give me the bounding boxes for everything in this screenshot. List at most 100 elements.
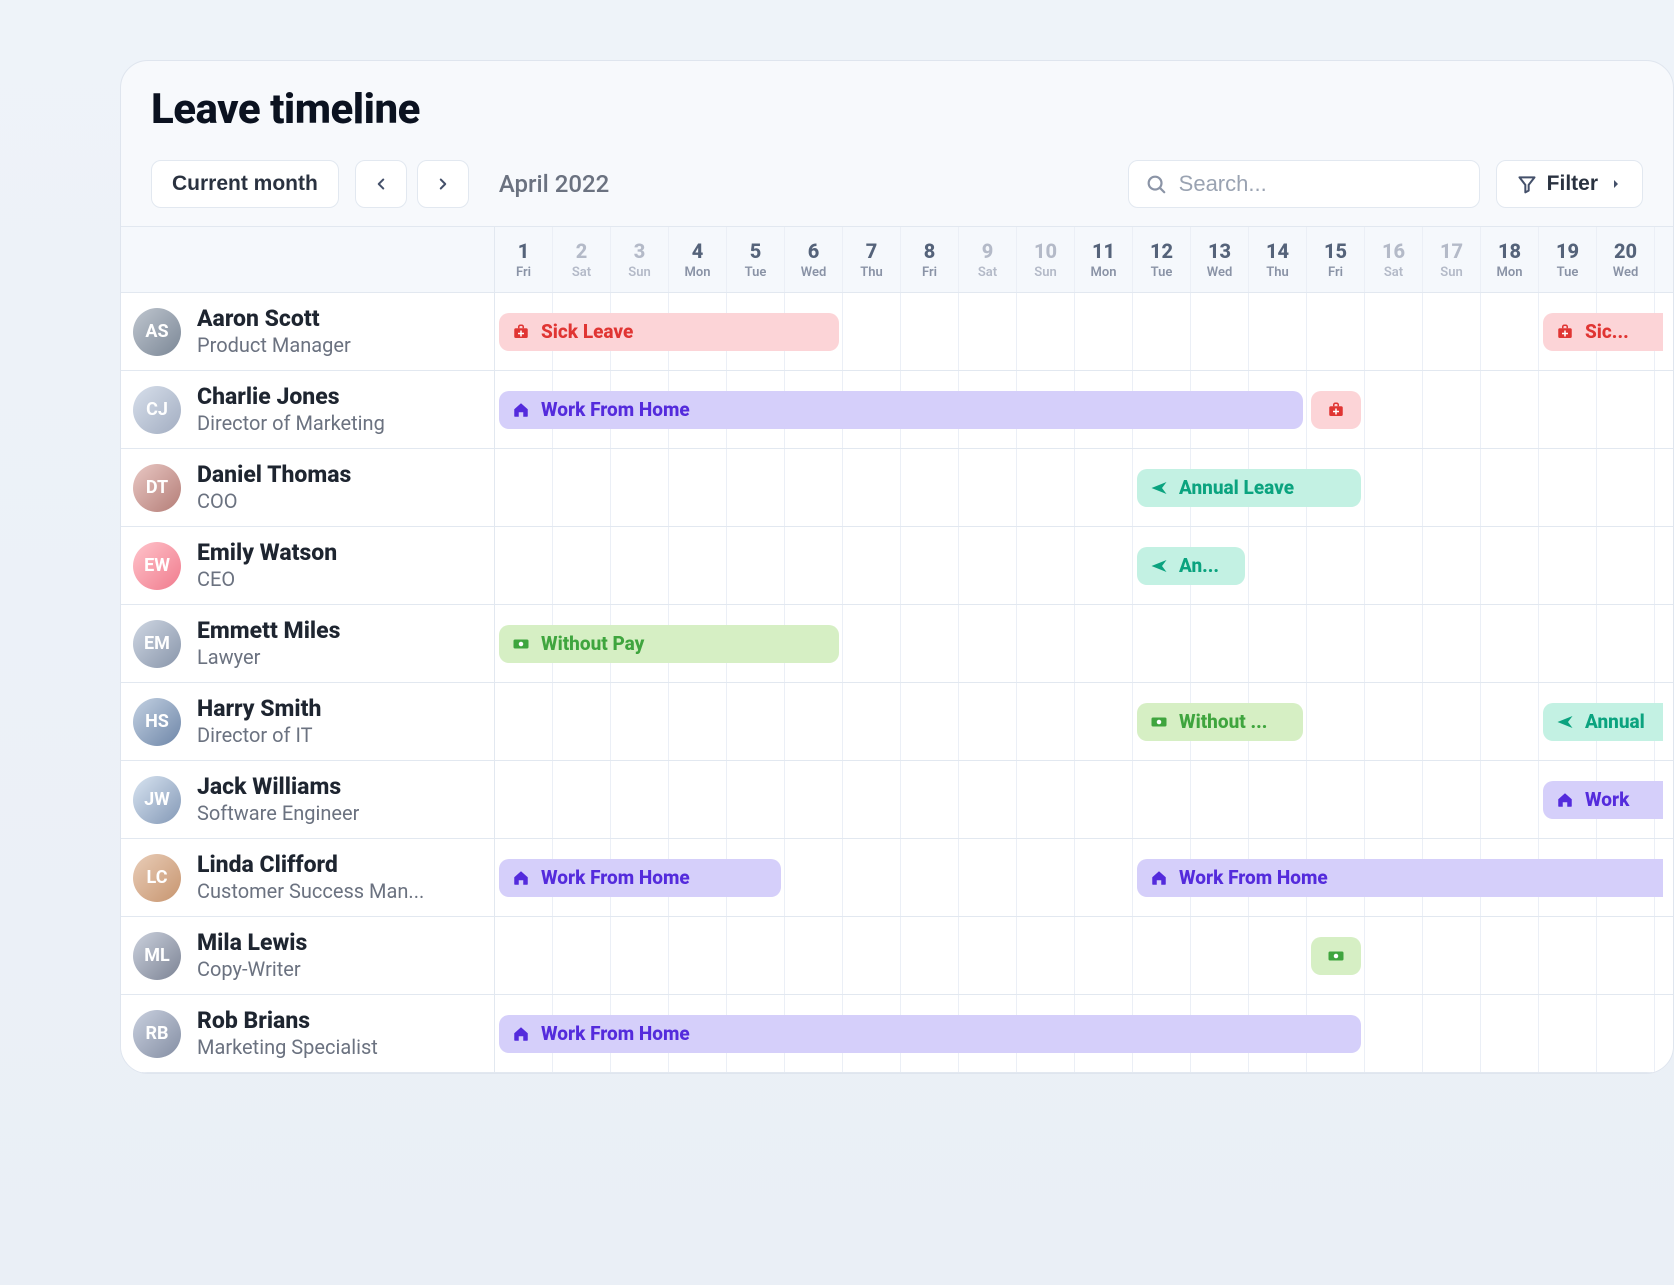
person-cell[interactable]: LCLinda CliffordCustomer Success Man... (121, 839, 495, 916)
day-name: Mon (1091, 265, 1117, 280)
timeline-cell (1423, 527, 1481, 604)
person-cell[interactable]: MLMila LewisCopy-Writer (121, 917, 495, 994)
timeline-cells: Annual Leave (495, 449, 1673, 526)
filter-button[interactable]: Filter (1496, 160, 1643, 208)
timeline-cell (1365, 293, 1423, 370)
day-name: Fri (1328, 265, 1343, 280)
timeline-cell (901, 839, 959, 916)
leave-event-annual[interactable]: Annual (1543, 703, 1663, 741)
leave-event-sick[interactable]: Sic... (1543, 313, 1663, 351)
timeline-cell (1423, 761, 1481, 838)
day-name: Thu (1266, 265, 1289, 280)
home-icon (511, 400, 531, 420)
person-role: Director of Marketing (197, 411, 385, 435)
leave-event-label: Without ... (1179, 710, 1267, 733)
day-name: Thu (860, 265, 883, 280)
leave-event-withoutpay[interactable] (1311, 937, 1361, 975)
person-role: Director of IT (197, 723, 321, 747)
timeline-cell (785, 449, 843, 526)
person-cell[interactable]: EM Emmett MilesLawyer (121, 605, 495, 682)
day-number: 3 (634, 239, 646, 263)
timeline-cell (553, 683, 611, 760)
person-cell[interactable]: DTDaniel ThomasCOO (121, 449, 495, 526)
date-header-cell-10: 10Sun (1017, 227, 1075, 292)
timeline-cell (1597, 995, 1655, 1072)
person-role: Software Engineer (197, 801, 359, 825)
person-name: Mila Lewis (197, 930, 307, 956)
person-info: Emmett MilesLawyer (197, 618, 340, 668)
leave-event-sick[interactable]: Sick Leave (499, 313, 839, 351)
home-icon (1149, 868, 1169, 888)
timeline-cell (1481, 371, 1539, 448)
person-cell[interactable]: ASAaron ScottProduct Manager (121, 293, 495, 370)
timeline-cell (1307, 527, 1365, 604)
person-cell[interactable]: EWEmily WatsonCEO (121, 527, 495, 604)
timeline-cell (1423, 683, 1481, 760)
timeline-cell (785, 917, 843, 994)
day-number: 17 (1440, 239, 1463, 263)
leave-event-wfh[interactable]: Work (1543, 781, 1663, 819)
next-month-button[interactable] (417, 160, 469, 208)
month-label: April 2022 (499, 170, 609, 198)
timeline-cell (1423, 371, 1481, 448)
timeline-cell (1249, 527, 1307, 604)
timeline-cell (1597, 917, 1655, 994)
person-role: Marketing Specialist (197, 1035, 378, 1059)
leave-event-wfh[interactable]: Work From Home (499, 1015, 1361, 1053)
date-header-cell-15: 15Fri (1307, 227, 1365, 292)
timeline-cell (611, 449, 669, 526)
avatar: JW (133, 776, 181, 824)
timeline-cell (959, 527, 1017, 604)
day-number: 5 (750, 239, 762, 263)
leave-event-wfh[interactable]: Work From Home (499, 859, 781, 897)
filter-label: Filter (1547, 172, 1598, 196)
chevron-left-icon (372, 175, 390, 193)
date-header-cell-9: 9Sat (959, 227, 1017, 292)
current-month-button[interactable]: Current month (151, 160, 339, 208)
leave-event-annual[interactable]: An... (1137, 547, 1245, 585)
avatar: AS (133, 308, 181, 356)
timeline-cell (843, 293, 901, 370)
avatar: RB (133, 1010, 181, 1058)
timeline-cell (785, 527, 843, 604)
leave-event-withoutpay[interactable]: Without Pay (499, 625, 839, 663)
leave-event-sick[interactable] (1311, 391, 1361, 429)
person-cell[interactable]: CJCharlie JonesDirector of Marketing (121, 371, 495, 448)
timeline-cell (1191, 761, 1249, 838)
prev-month-button[interactable] (355, 160, 407, 208)
timeline-cell (495, 683, 553, 760)
leave-event-annual[interactable]: Annual Leave (1137, 469, 1361, 507)
timeline-cell (1539, 995, 1597, 1072)
timeline-cell (843, 683, 901, 760)
caret-right-icon (1610, 178, 1622, 190)
timeline-cell (611, 761, 669, 838)
timeline-row: JWJack WilliamsSoftware Engineer Work (121, 761, 1673, 839)
date-header-left-spacer (121, 227, 495, 292)
leave-event-wfh[interactable]: Work From Home (499, 391, 1303, 429)
search-box[interactable] (1128, 160, 1480, 208)
search-input[interactable] (1177, 170, 1469, 198)
day-number: 11 (1092, 239, 1115, 263)
timeline-cell (1017, 605, 1075, 682)
leave-event-withoutpay[interactable]: Without ... (1137, 703, 1303, 741)
timeline-row: RBRob BriansMarketing SpecialistWork Fro… (121, 995, 1673, 1073)
leave-event-wfh[interactable]: Work From Home (1137, 859, 1663, 897)
leave-event-label: Work (1585, 788, 1629, 811)
timeline-cell (1249, 605, 1307, 682)
avatar: EM (133, 620, 181, 668)
timeline-cell (1597, 527, 1655, 604)
medkit-icon (1555, 322, 1575, 342)
person-cell[interactable]: RBRob BriansMarketing Specialist (121, 995, 495, 1072)
timeline-cell (495, 449, 553, 526)
person-cell[interactable]: HSHarry SmithDirector of IT (121, 683, 495, 760)
person-role: Product Manager (197, 333, 351, 357)
timeline-cells: Work From Home Work From Home (495, 839, 1673, 916)
person-info: Charlie JonesDirector of Marketing (197, 384, 385, 434)
day-name: Tue (1151, 265, 1173, 280)
timeline-cell (1075, 839, 1133, 916)
person-cell[interactable]: JWJack WilliamsSoftware Engineer (121, 761, 495, 838)
date-header-cell-11: 11 Mon (1075, 227, 1133, 292)
timeline-cell (843, 761, 901, 838)
person-name: Charlie Jones (197, 384, 385, 410)
day-number: 9 (982, 239, 994, 263)
